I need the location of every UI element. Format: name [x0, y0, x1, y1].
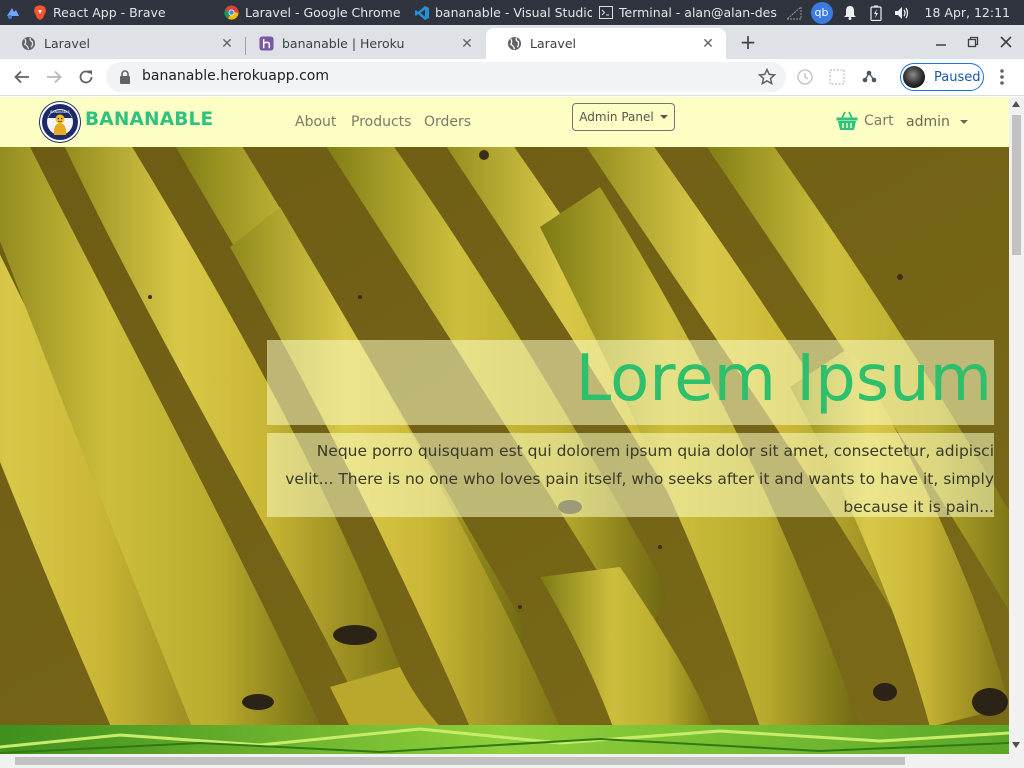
bookmark-star-icon[interactable]: [758, 68, 776, 86]
browser-tab-strip: Laravel ✕ bananable | Heroku ✕ Laravel ✕…: [0, 25, 1024, 59]
chrome-icon: [224, 5, 239, 20]
lock-icon[interactable]: [118, 70, 132, 84]
app-menu-icon[interactable]: [0, 0, 26, 25]
admin-panel-label: Admin Panel: [579, 110, 654, 124]
logo-lettering: BANANABLE: [50, 110, 69, 114]
tab-heroku[interactable]: bananable | Heroku ✕: [238, 28, 485, 59]
hero-banner: Lorem Ipsum Neque porro quisquam est qui…: [0, 147, 1009, 725]
hero-text-box: Neque porro quisquam est qui dolorem ips…: [267, 433, 994, 517]
tab-laravel-1[interactable]: Laravel ✕: [0, 28, 245, 59]
caret-down-icon: [960, 120, 969, 124]
profile-status-label: Paused: [934, 69, 981, 85]
user-dropdown[interactable]: admin: [906, 114, 969, 130]
close-window-icon[interactable]: [997, 33, 1015, 51]
taskbar-item-chrome[interactable]: Laravel - Google Chrome: [218, 0, 408, 25]
extension-grid-icon[interactable]: [828, 68, 846, 86]
restore-window-icon[interactable]: [964, 33, 982, 51]
horizontal-scrollbar[interactable]: [0, 754, 1024, 768]
volume-icon[interactable]: [893, 4, 911, 22]
address-bar[interactable]: bananable.herokuapp.com: [106, 62, 786, 92]
clock[interactable]: 18 Apr, 12:11: [925, 5, 1010, 20]
new-tab-button[interactable]: +: [736, 30, 760, 54]
hero-title: Lorem Ipsum: [575, 342, 992, 416]
username-label: admin: [906, 114, 950, 130]
vscode-icon: [414, 5, 429, 20]
hero-title-box: Lorem Ipsum: [267, 340, 994, 425]
admin-panel-dropdown[interactable]: Admin Panel: [572, 103, 675, 131]
heroku-icon: [258, 36, 274, 52]
forward-button[interactable]: [42, 65, 66, 89]
tab-title: Laravel: [530, 36, 576, 51]
vertical-scrollbar[interactable]: [1009, 97, 1024, 754]
network-icon[interactable]: [785, 4, 803, 22]
extension-network-icon[interactable]: [860, 68, 878, 86]
minimize-window-icon[interactable]: [932, 33, 950, 51]
profile-paused-button[interactable]: Paused: [900, 63, 984, 91]
close-tab-icon[interactable]: ✕: [700, 36, 716, 52]
taskbar-item-brave[interactable]: React App - Brave: [26, 0, 204, 25]
shopping-basket-icon: [836, 111, 858, 130]
hero-description: Neque porro quisquam est qui dolorem ips…: [285, 442, 994, 516]
taskbar-item-label: React App - Brave: [53, 5, 166, 20]
close-tab-icon[interactable]: ✕: [219, 36, 235, 52]
browser-menu-icon[interactable]: [994, 67, 1010, 87]
taskbar-item-vscode[interactable]: bananable - Visual Studio ...: [408, 0, 592, 25]
brave-icon: [32, 5, 47, 20]
scroll-up-icon[interactable]: [1012, 101, 1020, 107]
leaf-background-image: [0, 725, 1009, 754]
horizontal-scroll-thumb[interactable]: [15, 757, 905, 765]
taskbar-item-label: Laravel - Google Chrome: [245, 5, 401, 20]
extension-clock-icon[interactable]: [796, 68, 814, 86]
brand-name[interactable]: BANANABLE: [85, 109, 213, 130]
notifications-bell-icon[interactable]: [841, 4, 859, 22]
cart-link[interactable]: Cart: [836, 111, 894, 131]
qbittorrent-icon[interactable]: qb: [810, 1, 833, 24]
tab-title: Laravel: [44, 36, 90, 51]
globe-icon: [506, 36, 522, 52]
site-navbar: BANANABLE BANANABLE About Products Order…: [0, 97, 1009, 147]
avatar: [903, 66, 925, 88]
globe-icon: [20, 36, 36, 52]
taskbar-item-terminal[interactable]: Terminal - alan@alan-desk...: [592, 0, 778, 25]
battery-icon[interactable]: [867, 4, 885, 22]
scroll-down-icon[interactable]: [1012, 742, 1020, 748]
system-tray: qb 18 Apr, 12:11: [781, 0, 1024, 25]
back-button[interactable]: [10, 65, 34, 89]
taskbar-item-label: Terminal - alan@alan-desk...: [619, 5, 778, 20]
taskbar-item-label: bananable - Visual Studio ...: [435, 5, 592, 20]
terminal-icon: [598, 5, 613, 20]
caret-down-icon: [659, 115, 668, 119]
url-text[interactable]: bananable.herokuapp.com: [142, 68, 329, 84]
tab-title: bananable | Heroku: [282, 36, 405, 51]
cart-label: Cart: [864, 113, 894, 129]
page-viewport: BANANABLE BANANABLE About Products Order…: [0, 97, 1009, 754]
tab-laravel-active[interactable]: Laravel ✕: [486, 28, 726, 59]
vertical-scroll-thumb[interactable]: [1012, 115, 1021, 255]
os-taskbar: React App - Brave Laravel - Google Chrom…: [0, 0, 1024, 25]
nav-link-orders[interactable]: Orders: [424, 114, 471, 130]
reload-button[interactable]: [74, 65, 98, 89]
brand-logo[interactable]: BANANABLE: [40, 102, 80, 142]
browser-toolbar: bananable.herokuapp.com Paused: [0, 59, 1024, 96]
close-tab-icon[interactable]: ✕: [459, 36, 475, 52]
nav-link-about[interactable]: About: [295, 114, 336, 130]
nav-link-products[interactable]: Products: [351, 114, 411, 130]
